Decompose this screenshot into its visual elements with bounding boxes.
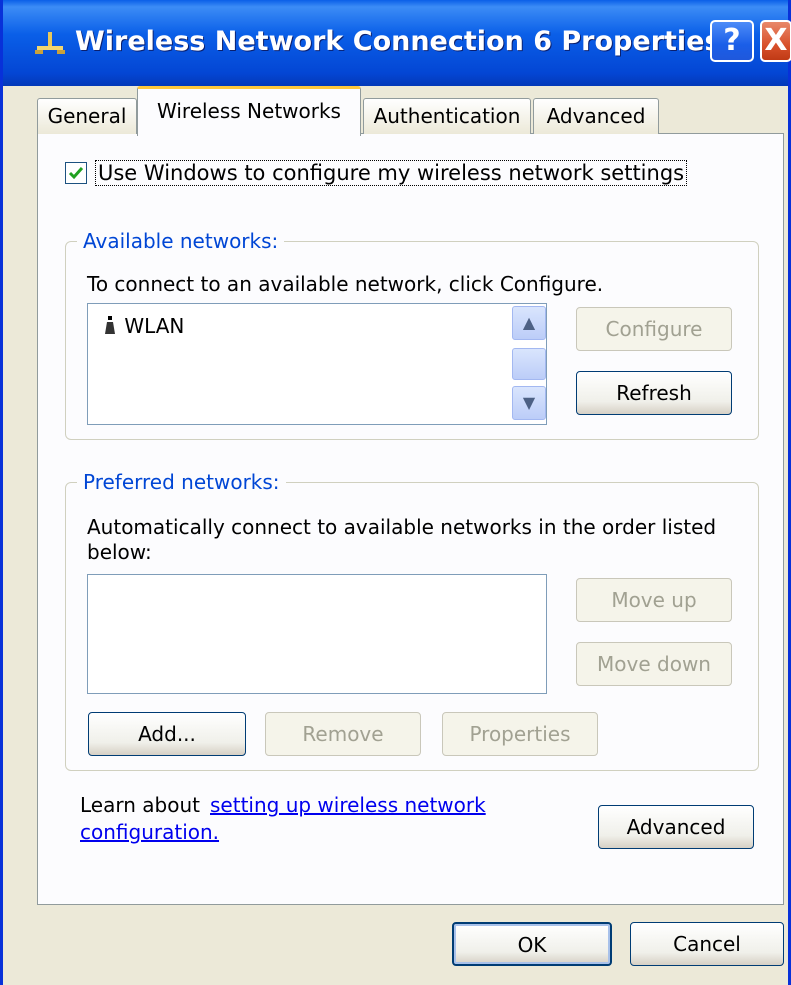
checkmark-icon — [68, 167, 84, 180]
scroll-down-icon[interactable]: ▼ — [512, 386, 546, 420]
tab-advanced[interactable]: Advanced — [533, 98, 659, 134]
window-title: Wireless Network Connection 6 Properties — [75, 26, 721, 57]
tab-general[interactable]: General — [37, 98, 137, 134]
title-bar[interactable]: Wireless Network Connection 6 Properties… — [3, 0, 791, 86]
tab-authentication[interactable]: Authentication — [363, 98, 531, 134]
available-networks-legend: Available networks: — [77, 229, 285, 253]
available-networks-instructions: To connect to an available network, clic… — [87, 272, 604, 296]
network-name: WLAN — [124, 314, 185, 338]
preferred-networks-legend: Preferred networks: — [77, 470, 286, 494]
move-down-button[interactable]: Move down — [576, 642, 732, 686]
available-networks-list[interactable]: WLAN ▲ ▼ — [87, 303, 547, 425]
properties-dialog: Wireless Network Connection 6 Properties… — [0, 0, 791, 985]
scroll-up-icon[interactable]: ▲ — [512, 306, 546, 340]
scroll-thumb[interactable] — [512, 348, 546, 380]
list-item[interactable]: WLAN — [102, 314, 184, 338]
ok-button[interactable]: OK — [452, 922, 612, 966]
help-button[interactable]: ? — [710, 20, 754, 62]
move-up-button[interactable]: Move up — [576, 578, 732, 622]
setup-wireless-link-line1[interactable]: setting up wireless network — [210, 793, 486, 817]
remove-button[interactable]: Remove — [265, 712, 421, 756]
tab-wireless-networks[interactable]: Wireless Networks — [137, 86, 361, 136]
setup-wireless-link-line2[interactable]: configuration. — [80, 820, 219, 844]
advanced-button[interactable]: Advanced — [598, 805, 754, 849]
refresh-button[interactable]: Refresh — [576, 371, 732, 415]
use-windows-label[interactable]: Use Windows to configure my wireless net… — [95, 160, 688, 186]
preferred-networks-list[interactable] — [87, 574, 547, 694]
preferred-instructions-line1: Automatically connect to available netwo… — [87, 515, 717, 539]
wireless-antenna-icon — [105, 316, 115, 334]
add-button[interactable]: Add... — [88, 712, 246, 756]
use-windows-checkbox[interactable] — [65, 162, 87, 184]
learn-about-label: Learn about — [80, 793, 200, 817]
close-button[interactable]: X — [760, 20, 791, 62]
list-scrollbar[interactable]: ▲ ▼ — [512, 306, 546, 422]
properties-button[interactable]: Properties — [442, 712, 598, 756]
configure-button[interactable]: Configure — [576, 307, 732, 351]
cancel-button[interactable]: Cancel — [630, 922, 784, 966]
network-connection-icon — [35, 32, 65, 54]
preferred-instructions-line2: below: — [87, 540, 152, 564]
